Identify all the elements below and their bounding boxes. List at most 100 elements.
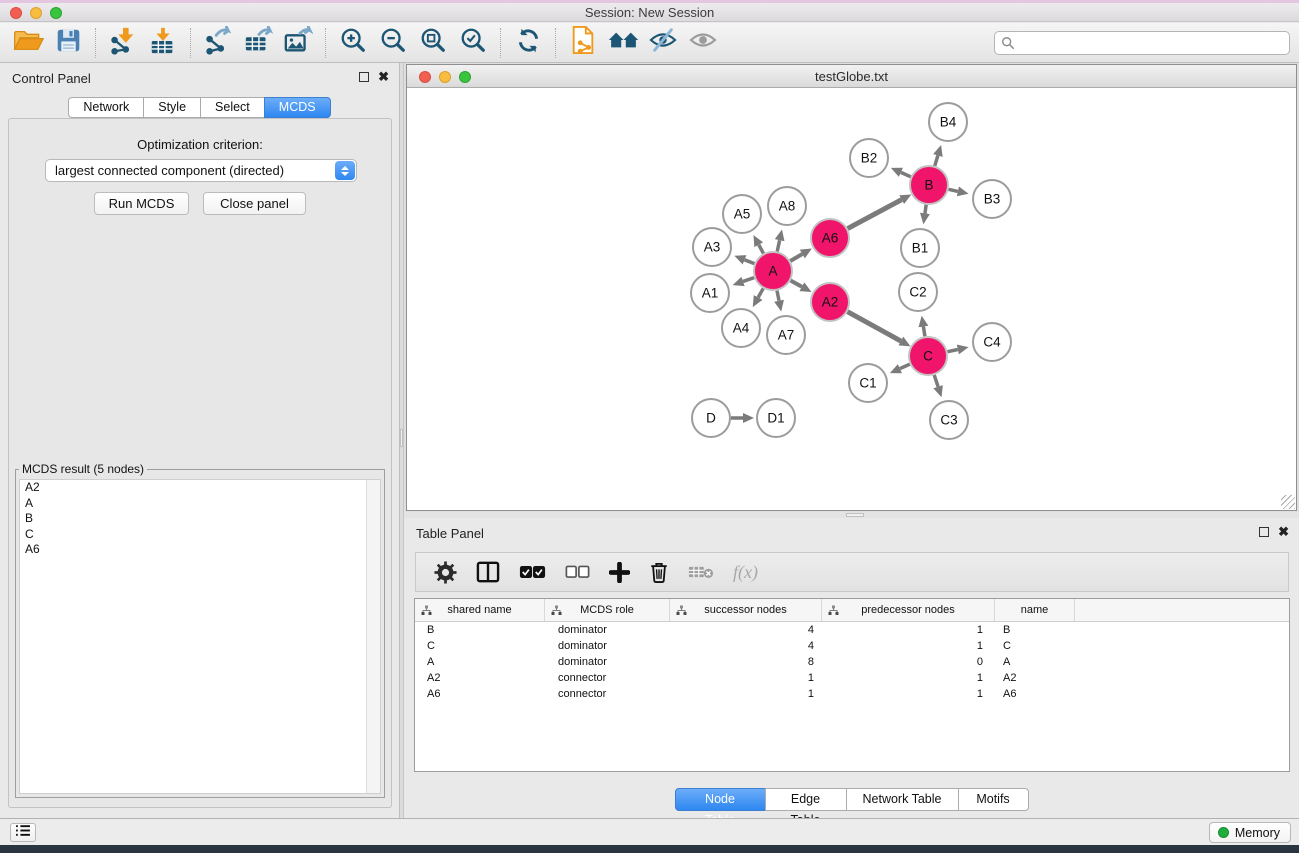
tab-network-table[interactable]: Network Table	[846, 788, 959, 811]
tab-node-table[interactable]: Node Table	[675, 788, 766, 811]
network-close-button[interactable]	[419, 71, 431, 83]
table-cell[interactable]: connector	[545, 670, 670, 686]
graph-edge-C-C1[interactable]	[900, 364, 910, 368]
table-cell[interactable]: 1	[822, 638, 995, 654]
graph-node-B1[interactable]: B1	[901, 229, 939, 267]
graph-edge-B-B4[interactable]	[935, 156, 938, 166]
mcds-result-item[interactable]: A2	[20, 480, 380, 496]
tab-network[interactable]: Network	[68, 97, 144, 118]
graph-edge-A-A6[interactable]	[790, 254, 802, 261]
graph-node-A[interactable]: A	[754, 252, 792, 290]
table-row[interactable]: A6connector11A6	[415, 686, 1289, 702]
zoom-fit-button[interactable]	[413, 27, 453, 59]
table-row[interactable]: Adominator80A	[415, 654, 1289, 670]
table-cell[interactable]: 1	[822, 686, 995, 702]
minimize-window-button[interactable]	[30, 7, 42, 19]
refresh-button[interactable]	[508, 27, 548, 59]
close-panel-button[interactable]: Close panel	[203, 192, 306, 215]
graph-edge-A-A2[interactable]	[791, 281, 802, 287]
graph-node-A8[interactable]: A8	[768, 187, 806, 225]
column-header-successor-nodes[interactable]: successor nodes	[670, 599, 822, 621]
table-cell[interactable]: dominator	[545, 638, 670, 654]
table-cell[interactable]: 1	[670, 686, 822, 702]
table-cell[interactable]: dominator	[545, 622, 670, 638]
task-history-button[interactable]	[10, 823, 36, 842]
table-cell[interactable]: 1	[822, 670, 995, 686]
graph-node-C1[interactable]: C1	[849, 364, 887, 402]
graph-node-D[interactable]: D	[692, 399, 730, 437]
graph-node-A1[interactable]: A1	[691, 274, 729, 312]
tab-style[interactable]: Style	[143, 97, 201, 118]
graph-edge-A-A7[interactable]	[777, 291, 779, 301]
column-header-predecessor-nodes[interactable]: predecessor nodes	[822, 599, 995, 621]
new-network-from-selection-button[interactable]	[563, 27, 603, 59]
table-settings-gear-icon[interactable]	[434, 561, 457, 584]
graph-edge-B-B2[interactable]	[901, 172, 911, 176]
table-cell[interactable]: connector	[545, 686, 670, 702]
divider-grip[interactable]	[400, 429, 403, 447]
column-header-name[interactable]: name	[995, 599, 1075, 621]
table-cell[interactable]: A	[995, 654, 1075, 670]
close-panel-icon[interactable]: ✖	[378, 71, 389, 82]
table-cell[interactable]: 4	[670, 622, 822, 638]
column-header-MCDS-role[interactable]: MCDS role	[545, 599, 670, 621]
graph-node-A3[interactable]: A3	[693, 228, 731, 266]
graph-node-A4[interactable]: A4	[722, 309, 760, 347]
graph-node-C3[interactable]: C3	[930, 401, 968, 439]
network-zoom-button[interactable]	[459, 71, 471, 83]
import-network-button[interactable]	[103, 27, 143, 59]
table-cell[interactable]: 0	[822, 654, 995, 670]
tab-edge-table[interactable]: Edge Table	[765, 788, 847, 811]
graph-node-C[interactable]: C	[909, 337, 947, 375]
criterion-dropdown[interactable]: largest connected component (directed)	[45, 159, 357, 182]
show-all-button[interactable]	[683, 27, 723, 59]
graph-edge-A-A5[interactable]	[759, 245, 764, 254]
table-cell[interactable]: dominator	[545, 654, 670, 670]
open-session-button[interactable]	[8, 27, 48, 59]
graph-edge-A2-C[interactable]	[848, 312, 901, 341]
tab-select[interactable]: Select	[200, 97, 265, 118]
graph-edge-C-C3[interactable]	[934, 375, 938, 387]
table-cell[interactable]: 1	[822, 622, 995, 638]
graph-node-A7[interactable]: A7	[767, 316, 805, 354]
window-resize-grip[interactable]	[1281, 495, 1295, 509]
table-row[interactable]: Bdominator41B	[415, 622, 1289, 638]
graph-edge-A6-B[interactable]	[848, 200, 902, 229]
mcds-result-item[interactable]: A6	[20, 542, 380, 558]
graph-edge-A-A1[interactable]	[743, 278, 754, 282]
mcds-result-item[interactable]: C	[20, 527, 380, 543]
graph-node-B4[interactable]: B4	[929, 103, 967, 141]
graph-node-B[interactable]: B	[910, 166, 948, 204]
graph-node-D1[interactable]: D1	[757, 399, 795, 437]
divider-grip[interactable]	[846, 513, 864, 517]
import-table-button[interactable]	[143, 27, 183, 59]
zoom-out-button[interactable]	[373, 27, 413, 59]
graph-node-A5[interactable]: A5	[723, 195, 761, 233]
memory-button[interactable]: Memory	[1209, 822, 1291, 843]
table-cell[interactable]: A6	[995, 686, 1075, 702]
deselect-all-icon[interactable]	[565, 565, 590, 579]
graph-node-B2[interactable]: B2	[850, 139, 888, 177]
mcds-result-item[interactable]: B	[20, 511, 380, 527]
graph-edge-A-A3[interactable]	[745, 260, 755, 264]
show-columns-icon[interactable]	[476, 561, 500, 583]
graph-node-C2[interactable]: C2	[899, 273, 937, 311]
table-cell[interactable]: 4	[670, 638, 822, 654]
tab-mcds[interactable]: MCDS	[264, 97, 331, 118]
table-cell[interactable]: B	[995, 622, 1075, 638]
table-cell[interactable]: B	[415, 622, 545, 638]
zoom-selected-button[interactable]	[453, 27, 493, 59]
table-cell[interactable]: A2	[995, 670, 1075, 686]
export-image-button[interactable]	[278, 27, 318, 59]
graph-edge-B-B1[interactable]	[925, 205, 926, 214]
column-header-shared-name[interactable]: shared name	[415, 599, 545, 621]
close-window-button[interactable]	[10, 7, 22, 19]
delete-column-trash-icon[interactable]	[649, 561, 669, 584]
graph-edge-B-B3[interactable]	[949, 189, 958, 191]
tab-motifs[interactable]: Motifs	[958, 788, 1029, 811]
float-panel-icon[interactable]	[1259, 527, 1269, 537]
network-minimize-button[interactable]	[439, 71, 451, 83]
table-row[interactable]: Cdominator41C	[415, 638, 1289, 654]
graph-edge-C-C2[interactable]	[923, 327, 925, 337]
network-canvas[interactable]: B4B2BB3A8A5A6A3B1AA1C2A2A4A7C4CC1C3DD1	[407, 88, 1296, 510]
